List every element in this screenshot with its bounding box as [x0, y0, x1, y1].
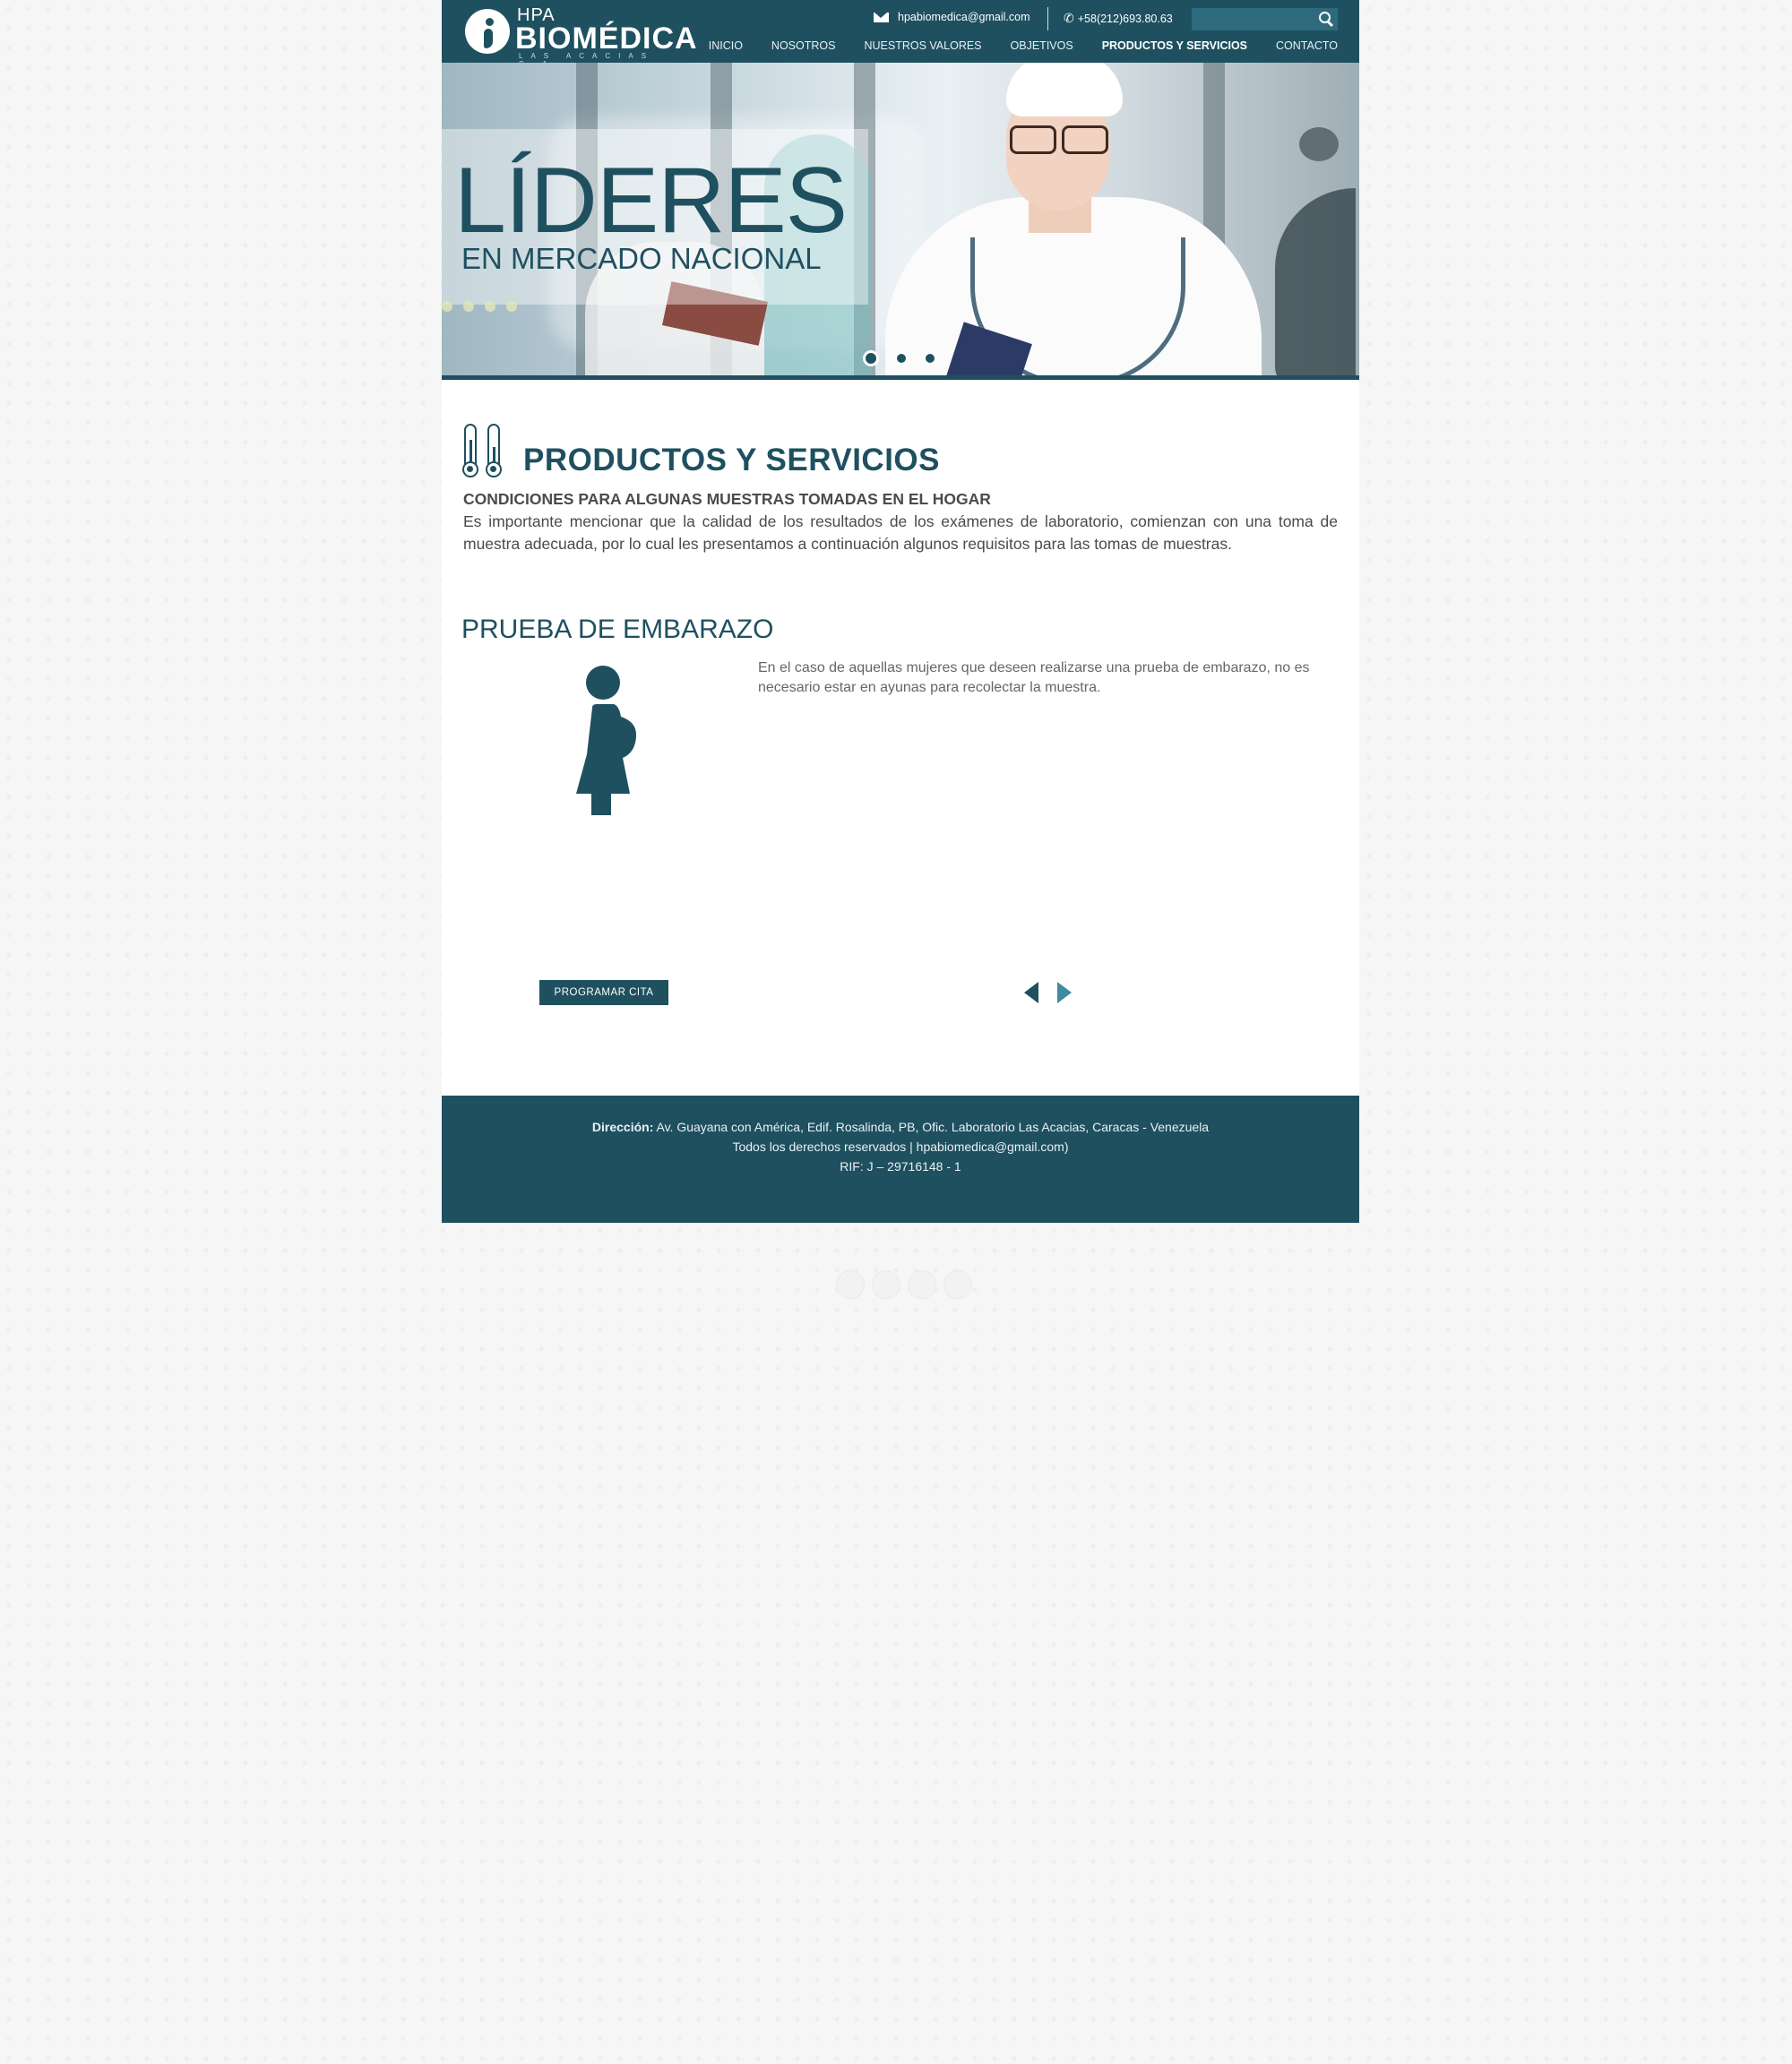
- nav-objetivos[interactable]: OBJETIVOS: [1011, 39, 1073, 52]
- footer-rif: RIF: J – 29716148 - 1: [840, 1159, 961, 1174]
- section-intro: Es importante mencionar que la calidad d…: [463, 512, 1338, 553]
- schedule-appointment-button[interactable]: PROGRAMAR CITA: [539, 980, 668, 1005]
- main-nav: INICIO NOSOTROS NUESTROS VALORES OBJETIV…: [709, 39, 1338, 52]
- nav-nuestros-valores[interactable]: NUESTROS VALORES: [864, 39, 981, 52]
- pregnant-woman-icon: [576, 666, 637, 815]
- header: HPA BIOMÉDICA LAS ACACIAS C.A hpabiomedi…: [442, 0, 1359, 68]
- header-divider: [1047, 7, 1048, 30]
- nav-contacto[interactable]: CONTACTO: [1276, 39, 1338, 52]
- hero-nurse-cap: [1006, 63, 1123, 116]
- hero-logo-dot: [1299, 127, 1339, 161]
- hero-decor-dots: [442, 301, 517, 312]
- logo[interactable]: HPA BIOMÉDICA LAS ACACIAS C.A: [461, 5, 697, 68]
- contact-email-text: hpabiomedica@gmail.com: [898, 11, 1030, 23]
- search-box: [1192, 8, 1338, 30]
- footer-address-text: Av. Guayana con América, Edif. Rosalinda…: [656, 1120, 1210, 1134]
- youtube-icon[interactable]: [943, 1270, 972, 1299]
- hero-nurse-glasses: [1010, 125, 1110, 154]
- test-title: PRUEBA DE EMBARAZO: [461, 615, 774, 644]
- prev-arrow-icon[interactable]: [1024, 982, 1038, 1003]
- search-icon: [1319, 12, 1331, 23]
- hero-slider: LÍDERES EN MERCADO NACIONAL: [442, 63, 1359, 375]
- hero-title: LÍDERES: [454, 149, 848, 253]
- next-arrow-icon[interactable]: [1057, 982, 1072, 1003]
- social-links: [836, 1270, 972, 1299]
- search-input[interactable]: [1192, 8, 1308, 30]
- twitter-icon[interactable]: [872, 1270, 900, 1299]
- footer-address: Dirección: Av. Guayana con América, Edif…: [442, 1120, 1359, 1134]
- phone-icon: ✆: [1064, 11, 1074, 25]
- envelope-icon: [874, 12, 889, 22]
- search-button[interactable]: [1315, 8, 1338, 30]
- hero-logo-swirl: [1275, 188, 1356, 375]
- thermometer-icon: [462, 424, 507, 479]
- test-description: En el caso de aquellas mujeres que desee…: [758, 660, 1310, 695]
- nav-productos-y-servicios[interactable]: PRODUCTOS Y SERVICIOS: [1102, 39, 1247, 52]
- footer-address-label: Dirección:: [591, 1120, 654, 1134]
- slider-dot-3[interactable]: [924, 352, 936, 365]
- contact-phone[interactable]: ✆ +58(212)693.80.63: [1064, 11, 1173, 26]
- nav-nosotros[interactable]: NOSOTROS: [771, 39, 836, 52]
- instagram-icon[interactable]: [908, 1270, 936, 1299]
- slider-pagination: [863, 350, 936, 366]
- footer: Dirección: Av. Guayana con América, Edif…: [442, 1096, 1359, 1223]
- page-container: HPA BIOMÉDICA LAS ACACIAS C.A hpabiomedi…: [442, 0, 1359, 1223]
- section-title: PRODUCTOS Y SERVICIOS: [523, 443, 940, 477]
- hero-caption: LÍDERES EN MERCADO NACIONAL: [442, 129, 868, 305]
- contact-email[interactable]: hpabiomedica@gmail.com: [874, 11, 1030, 23]
- section-subtitle: CONDICIONES PARA ALGUNAS MUESTRAS TOMADA…: [463, 490, 991, 508]
- hero-subtitle: EN MERCADO NACIONAL: [461, 242, 822, 275]
- slider-dot-1[interactable]: [863, 350, 879, 366]
- logo-mark-icon: [465, 9, 510, 54]
- contact-phone-text: +58(212)693.80.63: [1077, 12, 1173, 25]
- footer-rights: Todos los derechos reservados | hpabiome…: [732, 1140, 1069, 1154]
- facebook-icon[interactable]: [836, 1270, 865, 1299]
- hero-bottom-bar: [442, 375, 1359, 380]
- slider-dot-2[interactable]: [895, 352, 908, 365]
- nav-inicio[interactable]: INICIO: [709, 39, 743, 52]
